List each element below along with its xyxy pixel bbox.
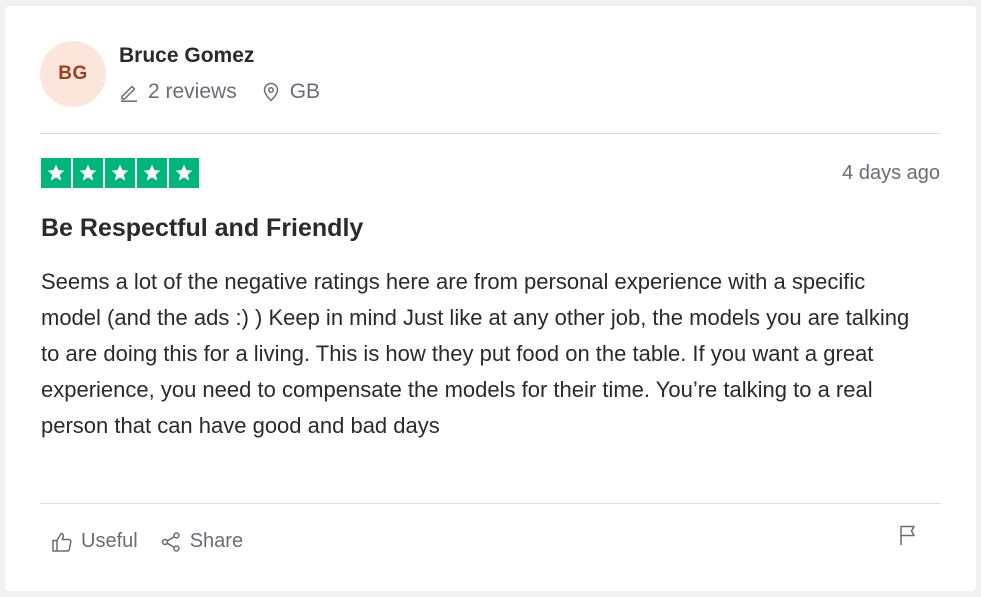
share-icon [160,531,190,553]
star-icon [73,158,103,188]
star-icon [41,158,71,188]
avatar[interactable]: BG [40,41,106,107]
divider-bottom [40,503,941,504]
flag-icon [898,525,918,550]
country-code: GB [289,80,321,103]
review-title[interactable]: Be Respectful and Friendly [41,214,363,243]
location-pin-icon [262,82,280,102]
star-icon [137,158,167,188]
share-button[interactable]: Share [160,530,243,553]
reviewer-name[interactable]: Bruce Gomez [119,44,254,68]
reviews-count: 2 reviews [119,80,237,104]
report-button[interactable] [898,524,918,551]
review-body: Seems a lot of the negative ratings here… [41,269,910,438]
reviews-count-label: 2 reviews [148,80,237,103]
review-card: BG Bruce Gomez 2 reviews GB 4 days ago B… [5,6,976,591]
useful-button[interactable]: Useful [51,530,138,553]
pencil-icon [119,82,139,102]
reviewer-location: GB [262,80,320,104]
review-actions: Useful Share [51,530,243,553]
divider-top [40,133,941,134]
thumbs-up-icon [51,531,81,553]
star-rating [41,158,199,188]
star-icon [105,158,135,188]
share-label: Share [189,530,244,552]
review-date: 4 days ago [842,162,940,184]
star-icon [169,158,199,188]
useful-label: Useful [81,530,138,552]
avatar-initials: BG [58,63,88,84]
reviewer-meta: 2 reviews GB [119,80,320,104]
